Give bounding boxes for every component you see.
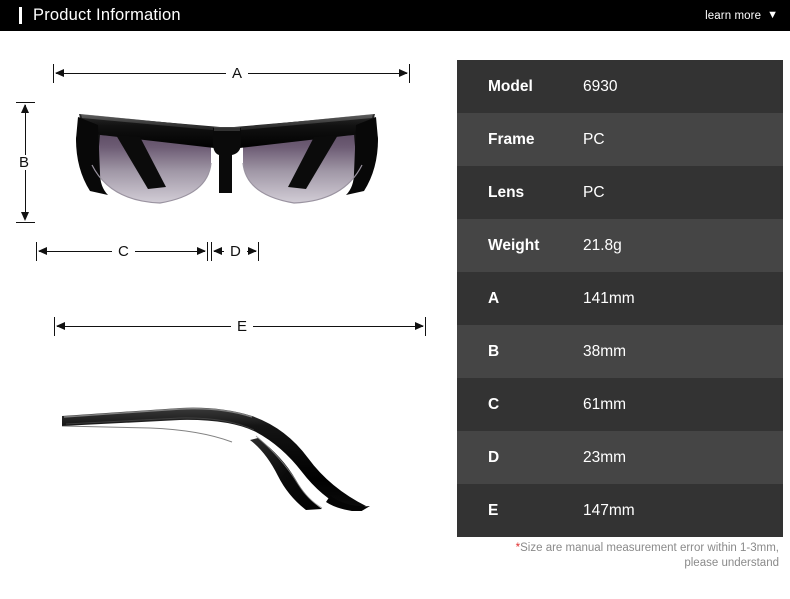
dimension-d-label: D: [224, 244, 247, 259]
dimension-a-label: A: [226, 66, 249, 81]
spec-value: PC: [583, 183, 605, 201]
dimension-d-arrow-left: [213, 247, 222, 255]
dimension-b-arrow-up: [21, 104, 29, 113]
spec-value: 38mm: [583, 342, 627, 360]
illustration-panel: A B C D E: [0, 31, 455, 599]
dimension-e-label: E: [231, 319, 254, 334]
dimension-b-label: B: [13, 155, 36, 170]
chevron-down-icon[interactable]: ▼: [767, 10, 778, 21]
dimension-e-tick-left: [54, 317, 55, 336]
spec-key: E: [488, 501, 499, 519]
dimension-b-arrow-down: [21, 212, 29, 221]
spec-key: D: [488, 448, 500, 466]
dimension-d-arrow-right: [248, 247, 257, 255]
dimension-e-arrow-left: [56, 322, 65, 330]
spec-value: 141mm: [583, 289, 635, 307]
spec-key: A: [488, 289, 500, 307]
disclaimer-line-1: Size are manual measurement error within…: [520, 542, 779, 554]
table-row: A 141mm: [457, 272, 783, 325]
dimension-c-arrow-right: [197, 247, 206, 255]
spec-key: B: [488, 342, 500, 360]
dimension-c-arrow-left: [38, 247, 47, 255]
table-row: Weight 21.8g: [457, 219, 783, 272]
dimension-a-tick-left: [53, 64, 54, 83]
spec-value: 147mm: [583, 501, 635, 519]
spec-key: Lens: [488, 183, 525, 201]
header-accent-bar: [19, 7, 22, 24]
dimension-b-tick-top: [16, 102, 35, 103]
dimension-e-arrow-right: [415, 322, 424, 330]
spec-value: 23mm: [583, 448, 627, 466]
dimension-d-tick-left: [211, 242, 212, 261]
table-row: Model 6930: [457, 60, 783, 113]
spec-value: PC: [583, 130, 605, 148]
sunglasses-front-view: [48, 91, 406, 226]
learn-more-link[interactable]: learn more: [705, 10, 761, 22]
page-title: Product Information: [33, 6, 181, 24]
spec-key: Model: [488, 77, 533, 95]
spec-value: 61mm: [583, 395, 627, 413]
dimension-e-tick-right: [425, 317, 426, 336]
page-header: Product Information learn more ▼: [0, 0, 790, 31]
table-row: C 61mm: [457, 378, 783, 431]
table-row: E 147mm: [457, 484, 783, 537]
dimension-a-arrow-right: [399, 69, 408, 77]
table-row: Frame PC: [457, 113, 783, 166]
spec-key: Weight: [488, 236, 540, 254]
table-row: B 38mm: [457, 325, 783, 378]
measurement-disclaimer: *Size are manual measurement error withi…: [457, 541, 783, 571]
table-row: D 23mm: [457, 431, 783, 484]
dimension-a-arrow-left: [55, 69, 64, 77]
dimension-b-tick-bottom: [16, 222, 35, 223]
dimension-a-tick-right: [409, 64, 410, 83]
sunglasses-side-view: [30, 376, 430, 516]
spec-key: C: [488, 395, 500, 413]
dimension-c-tick-left: [36, 242, 37, 261]
spec-value: 21.8g: [583, 236, 622, 254]
dimension-c-tick-right: [207, 242, 208, 261]
disclaimer-line-2: please understand: [684, 557, 779, 569]
dimension-d-tick-right: [258, 242, 259, 261]
specification-table: Model 6930 Frame PC Lens PC Weight 21.8g…: [457, 60, 783, 537]
spec-key: Frame: [488, 130, 535, 148]
table-row: Lens PC: [457, 166, 783, 219]
spec-value: 6930: [583, 77, 618, 95]
dimension-c-label: C: [112, 244, 135, 259]
